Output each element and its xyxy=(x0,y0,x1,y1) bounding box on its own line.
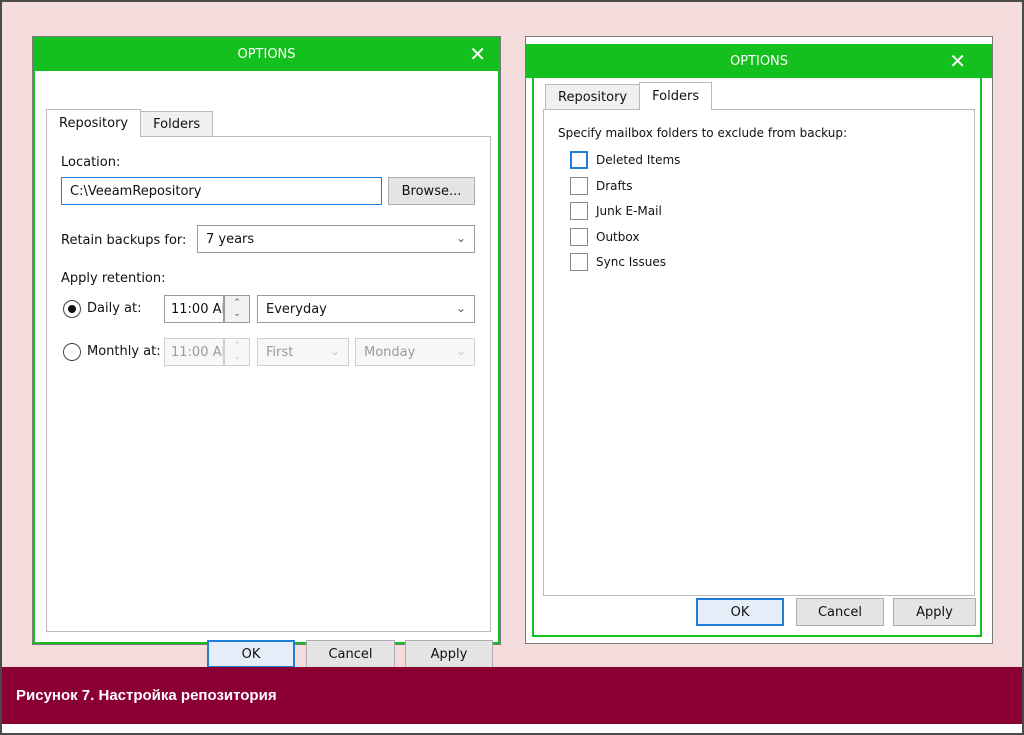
tab-repository[interactable]: Repository xyxy=(545,84,641,110)
spin-up-icon[interactable]: ⌃ xyxy=(233,341,241,352)
tab-bar: Repository Folders xyxy=(545,82,713,110)
tab-folders[interactable]: Folders xyxy=(140,111,214,137)
cancel-button[interactable]: Cancel xyxy=(796,598,884,626)
monthly-day-value: Monday xyxy=(364,344,416,360)
monthly-label: Monthly at: xyxy=(87,344,161,359)
retain-value: 7 years xyxy=(206,231,255,247)
location-input[interactable]: C:\VeeamRepository xyxy=(61,177,382,205)
chevron-down-icon: ⌄ xyxy=(455,344,466,358)
options-dialog-folders: OPTIONS ✕ Repository Folders Specify mai… xyxy=(525,36,993,644)
dialog-title: OPTIONS xyxy=(526,44,992,78)
cancel-button[interactable]: Cancel xyxy=(306,640,395,668)
dialog-body: Repository Folders Location: C:\VeeamRep… xyxy=(33,71,500,668)
ok-button[interactable]: OK xyxy=(207,640,295,668)
retain-label: Retain backups for: xyxy=(61,233,187,248)
spin-down-icon[interactable]: ⌄ xyxy=(233,309,241,320)
tab-panel: Location: C:\VeeamRepository Browse... R… xyxy=(46,136,491,632)
retain-select[interactable]: 7 years ⌄ xyxy=(197,225,475,253)
dialog-body: Repository Folders Specify mailbox folde… xyxy=(532,78,982,637)
folder-label: Outbox xyxy=(596,230,640,244)
monthly-radio[interactable] xyxy=(63,343,81,361)
close-icon[interactable]: ✕ xyxy=(949,44,966,78)
apply-button[interactable]: Apply xyxy=(893,598,976,626)
daily-frequency-select[interactable]: Everyday ⌄ xyxy=(257,295,475,323)
dialog-title: OPTIONS xyxy=(33,37,500,71)
location-label: Location: xyxy=(61,155,121,170)
tab-bar: Repository Folders xyxy=(46,109,214,137)
browse-button[interactable]: Browse... xyxy=(388,177,475,205)
folder-label: Deleted Items xyxy=(596,153,681,167)
chevron-down-icon: ⌄ xyxy=(329,344,340,358)
title-top-gap xyxy=(526,37,992,44)
folder-label: Drafts xyxy=(596,179,633,193)
monthly-week-value: First xyxy=(266,344,294,360)
tab-folders[interactable]: Folders xyxy=(639,82,713,110)
tab-panel: Specify mailbox folders to exclude from … xyxy=(543,109,975,596)
close-icon[interactable]: ✕ xyxy=(469,37,486,71)
daily-time-spinner-icon[interactable]: ⌃ ⌄ xyxy=(224,295,250,323)
monthly-time-input[interactable]: 11:00 AM xyxy=(164,338,224,366)
daily-radio[interactable] xyxy=(63,300,81,318)
tab-repository[interactable]: Repository xyxy=(46,109,142,137)
checkbox-sync-issues[interactable] xyxy=(570,253,588,271)
checkbox-junk-email[interactable] xyxy=(570,202,588,220)
exclude-instruction: Specify mailbox folders to exclude from … xyxy=(558,126,848,140)
spin-down-icon[interactable]: ⌄ xyxy=(233,352,241,363)
daily-frequency-value: Everyday xyxy=(266,301,327,317)
daily-time-input[interactable]: 11:00 AM xyxy=(164,295,224,323)
monthly-time-spinner-icon[interactable]: ⌃ ⌄ xyxy=(224,338,250,366)
apply-button[interactable]: Apply xyxy=(405,640,493,668)
folder-label: Sync Issues xyxy=(596,255,667,269)
monthly-day-select[interactable]: Monday ⌄ xyxy=(355,338,475,366)
ok-button[interactable]: OK xyxy=(696,598,784,626)
checkbox-drafts[interactable] xyxy=(570,177,588,195)
chevron-down-icon: ⌄ xyxy=(455,301,466,315)
monthly-week-select[interactable]: First ⌄ xyxy=(257,338,349,366)
options-dialog-repository: OPTIONS ✕ Repository Folders Location: C… xyxy=(32,36,501,668)
checkbox-deleted-items[interactable] xyxy=(570,151,588,169)
checkbox-outbox[interactable] xyxy=(570,228,588,246)
chevron-down-icon: ⌄ xyxy=(455,231,466,245)
daily-label: Daily at: xyxy=(87,301,142,316)
spin-up-icon[interactable]: ⌃ xyxy=(233,298,241,309)
folder-label: Junk E-Mail xyxy=(596,204,662,218)
figure-caption: Рисунок 7. Настройка репозитория xyxy=(2,667,1022,724)
apply-retention-label: Apply retention: xyxy=(61,271,166,286)
bottom-strip xyxy=(2,724,1022,733)
